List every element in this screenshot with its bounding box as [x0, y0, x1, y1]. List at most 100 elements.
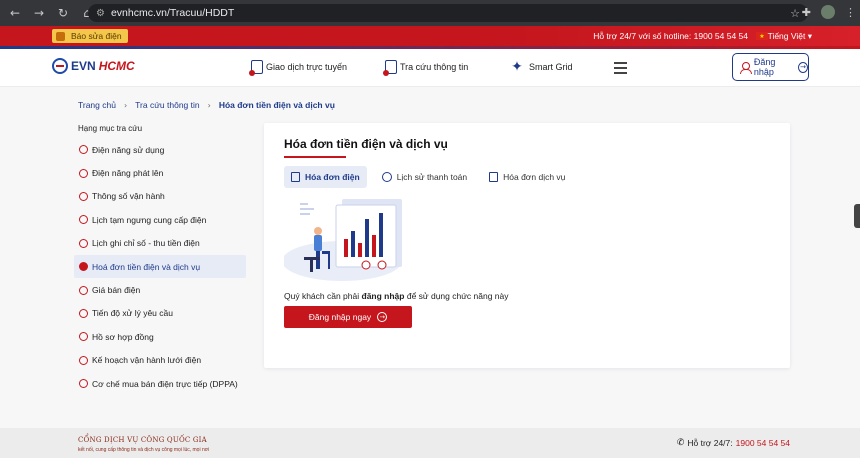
- sidebar-item-label: Lịch tạm ngưng cung cấp điện: [92, 214, 207, 225]
- arrow-right-icon: →: [377, 312, 388, 322]
- national-portal-logo[interactable]: CỔNG DỊCH VỤ CÔNG QUỐC GIA: [78, 436, 207, 444]
- back-icon[interactable]: ←: [8, 6, 22, 20]
- message-text: để sử dụng chức năng này: [404, 291, 509, 301]
- sidebar-item-label: Điện năng phát lên: [92, 168, 164, 179]
- sidebar-item-label: Cơ chế mua bán điện trực tiếp (DPPA): [92, 378, 238, 389]
- browser-actions: ✚ ⋮: [802, 5, 856, 19]
- report-outage-label: Báo sửa điện: [71, 31, 122, 41]
- sidebar-item-grid-plan[interactable]: Kế hoạch vận hành lưới điện: [74, 349, 246, 372]
- sidebar-item-label: Điện năng sử dụng: [92, 144, 165, 155]
- invoice-icon: [291, 172, 300, 182]
- tab-label: Lịch sử thanh toán: [396, 172, 468, 182]
- login-required-message: Quý khách cần phải đăng nhập để sử dụng …: [284, 291, 509, 301]
- sidebar-item-label: Hồ sơ hợp đồng: [92, 331, 154, 342]
- vietnam-flag-icon: ★: [756, 32, 768, 40]
- sidebar-item-operating-params[interactable]: Thông số vận hành: [74, 185, 246, 208]
- tab-electricity-invoice[interactable]: Hóa đơn điện: [284, 166, 367, 188]
- extension-icon[interactable]: ✚: [802, 6, 811, 19]
- browser-nav: ← → ↻ ⌂: [0, 6, 94, 20]
- language-selector[interactable]: Tiếng Việt ▾: [768, 31, 812, 42]
- login-button[interactable]: Đăng nhập →: [732, 53, 809, 81]
- profile-avatar[interactable]: [821, 5, 835, 19]
- user-icon: [740, 61, 752, 74]
- message-text: Quý khách cần phải: [284, 291, 362, 301]
- footer-hotline-label: Hỗ trợ 24/7:: [687, 438, 733, 448]
- radio-icon: [79, 355, 88, 365]
- invoice-panel: Hóa đơn tiền điện và dịch vụ Hóa đơn điệ…: [264, 123, 790, 368]
- menu-online-transactions[interactable]: Giao dịch trực tuyến: [249, 60, 348, 76]
- radio-icon: [79, 379, 88, 389]
- sidebar-item-label: Thông số vận hành: [92, 191, 165, 202]
- sidebar-item-power-generated[interactable]: Điện năng phát lên: [74, 161, 246, 184]
- sidebar-item-request-progress[interactable]: Tiến độ xử lý yêu cầu: [74, 302, 246, 325]
- radio-icon: [79, 191, 88, 201]
- sidebar-item-label: Giá bán điện: [92, 285, 141, 296]
- phone-icon: ✆: [676, 438, 685, 448]
- menu-lookup-info[interactable]: Tra cứu thông tin: [383, 60, 469, 76]
- sidebar-item-electricity-price[interactable]: Giá bán điện: [74, 278, 246, 301]
- menu-smart-grid[interactable]: ✦ Smart Grid: [510, 59, 573, 75]
- more-menu-icon[interactable]: ⋮: [845, 6, 856, 19]
- sidebar-item-label: Hoá đơn tiền điện và dịch vụ: [92, 261, 201, 272]
- sidebar-item-power-usage[interactable]: Điện năng sử dụng: [74, 138, 246, 161]
- sidebar-item-outage-schedule[interactable]: Lịch tạm ngưng cung cấp điện: [74, 208, 246, 231]
- sidebar-item-invoices[interactable]: Hoá đơn tiền điện và dịch vụ: [74, 254, 246, 279]
- sidebar-item-contract[interactable]: Hồ sơ hợp đồng: [74, 325, 246, 348]
- radio-selected-icon: [79, 262, 88, 272]
- chevron-right-icon: ›: [207, 100, 211, 110]
- menu-label: Tra cứu thông tin: [400, 62, 469, 72]
- breadcrumb-lookup[interactable]: Tra cứu thông tin: [135, 100, 199, 110]
- menu-label: Giao dịch trực tuyến: [266, 62, 348, 72]
- login-label: Đăng nhập: [753, 57, 776, 77]
- tab-label: Hóa đơn dịch vụ: [503, 172, 566, 182]
- sidebar-item-dppa[interactable]: Cơ chế mua bán điện trực tiếp (DPPA): [74, 372, 246, 395]
- sidebar-item-meter-reading[interactable]: Lịch ghi chỉ số - thu tiền điện: [74, 232, 246, 255]
- forward-icon[interactable]: →: [32, 6, 46, 20]
- site-info-icon[interactable]: ⚙: [96, 8, 105, 19]
- radio-icon: [79, 285, 88, 295]
- star-icon: ✦: [511, 59, 523, 75]
- address-bar[interactable]: ⚙ evnhcmc.vn/Tracuu/HDDT ☆: [88, 4, 808, 22]
- hamburger-menu-icon[interactable]: [614, 62, 627, 77]
- evn-logo-mark-icon: [52, 58, 68, 74]
- invoice-icon: [489, 172, 499, 182]
- radio-icon: [79, 308, 88, 318]
- portal-tagline: kết nối, cung cấp thông tin và dịch vụ c…: [78, 447, 210, 453]
- footer-hotline-number[interactable]: 1900 54 54 54: [736, 438, 790, 448]
- tab-label: Hóa đơn điện: [305, 172, 360, 182]
- report-outage-button[interactable]: Báo sửa điện: [52, 29, 128, 43]
- breadcrumb-home[interactable]: Trang chủ: [78, 100, 116, 110]
- radio-icon: [79, 145, 88, 155]
- hotline-text: Hỗ trợ 24/7 với số hotline: 1900 54 54 5…: [593, 31, 748, 41]
- logo-evn-text: EVN: [71, 59, 96, 73]
- invoice-tabs: Hóa đơn điện Lịch sử thanh toán Hóa đơn …: [284, 166, 580, 188]
- page-title: Hóa đơn tiền điện và dịch vụ: [284, 137, 448, 151]
- login-now-label: Đăng nhập ngay: [308, 312, 372, 322]
- logo-hcmc-text: HCMC: [98, 59, 135, 73]
- history-icon: [381, 172, 392, 182]
- sidebar-item-label: Lịch ghi chỉ số - thu tiền điện: [92, 238, 200, 249]
- evn-hcmc-logo[interactable]: EVN HCMC: [52, 58, 135, 74]
- title-underline: [284, 156, 346, 158]
- search-doc-icon: [383, 60, 397, 76]
- login-required-illustration: [284, 199, 402, 281]
- arrow-right-icon: →: [798, 61, 808, 73]
- url-text: evnhcmc.vn/Tracuu/HDDT: [110, 7, 235, 19]
- sidebar-item-label: Tiến độ xử lý yêu cầu: [92, 308, 173, 319]
- side-scroll-handle[interactable]: [854, 204, 860, 228]
- browser-toolbar: ← → ↻ ⌂ ⚙ evnhcmc.vn/Tracuu/HDDT ☆ ✚ ⋮: [0, 0, 860, 26]
- menu-label: Smart Grid: [529, 62, 573, 72]
- reload-icon[interactable]: ↻: [56, 6, 70, 20]
- login-now-button[interactable]: Đăng nhập ngay →: [284, 306, 412, 328]
- tab-payment-history[interactable]: Lịch sử thanh toán: [375, 166, 474, 188]
- top-bar: Báo sửa điện Hỗ trợ 24/7 với số hotline:…: [0, 26, 860, 49]
- tab-service-invoice[interactable]: Hóa đơn dịch vụ: [482, 166, 572, 188]
- breadcrumb: Trang chủ › Tra cứu thông tin › Hóa đơn …: [78, 100, 335, 110]
- chevron-right-icon: ›: [123, 100, 128, 110]
- breadcrumb-current: Hóa đơn tiền điện và dịch vụ: [218, 100, 335, 110]
- site-header: EVN HCMC Giao dịch trực tuyến Tra cứu th…: [0, 49, 860, 87]
- bookmark-star-icon[interactable]: ☆: [790, 7, 800, 20]
- radio-icon: [79, 215, 88, 225]
- message-login-emphasis: đăng nhập: [361, 291, 405, 301]
- sidebar-item-label: Kế hoạch vận hành lưới điện: [92, 355, 202, 366]
